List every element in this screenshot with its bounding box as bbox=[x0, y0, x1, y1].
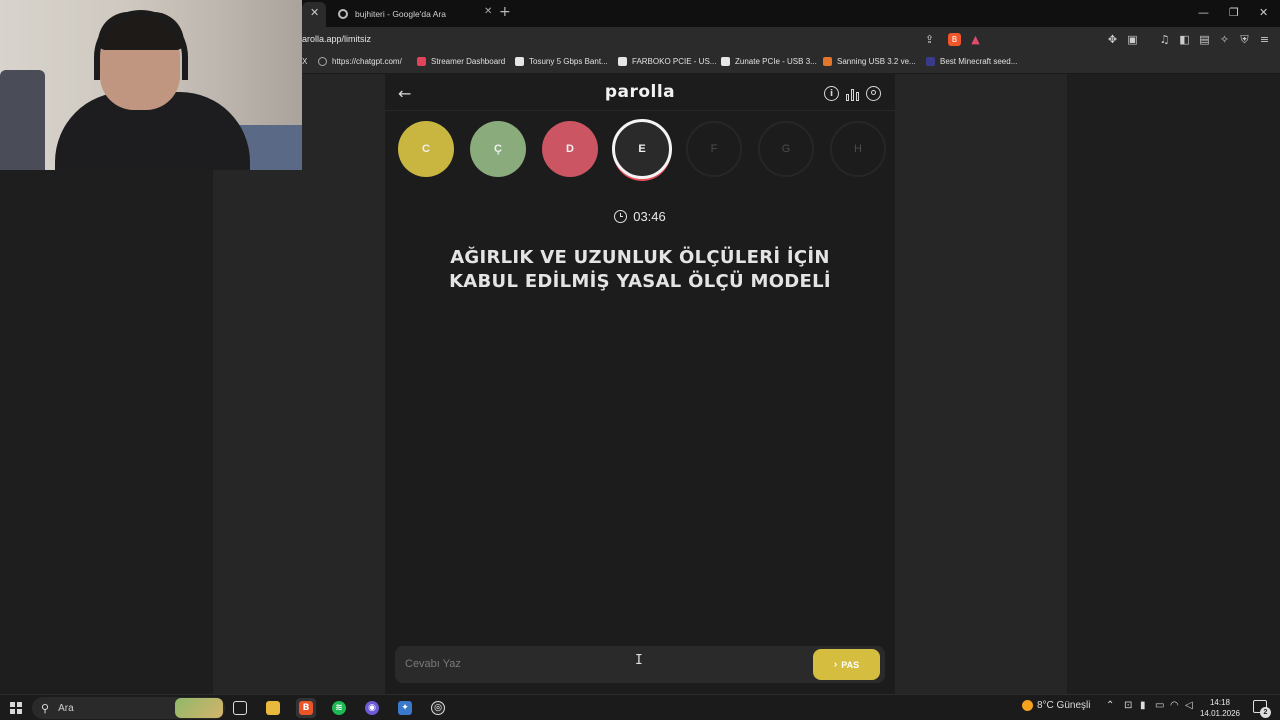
microphone-icon[interactable]: ▮ bbox=[1140, 700, 1146, 711]
spotify-icon[interactable]: ≋ bbox=[329, 698, 349, 718]
webcam-overlay bbox=[0, 0, 302, 170]
app-icon[interactable]: ✦ bbox=[395, 698, 415, 718]
bookmark-item[interactable]: Zunate PCIe - USB 3... bbox=[721, 57, 817, 66]
menu-icon[interactable]: ≡ bbox=[1258, 33, 1271, 46]
profile-icon[interactable] bbox=[866, 86, 881, 101]
brave-rewards-icon[interactable]: ▲ bbox=[969, 33, 982, 46]
question-line-1: AĞIRLIK VE UZUNLUK ÖLÇÜLERİ İÇİN bbox=[450, 247, 830, 268]
taskbar-search[interactable]: ⚲ Ara bbox=[32, 697, 225, 719]
task-view-icon[interactable] bbox=[230, 698, 250, 718]
letter-circle-f[interactable]: F bbox=[686, 121, 742, 177]
tab-close-icon[interactable]: ✕ bbox=[484, 6, 492, 17]
clock-date: 14.01.2026 bbox=[1199, 709, 1241, 718]
globe-icon bbox=[318, 57, 327, 66]
wallet-icon[interactable]: ▤ bbox=[1198, 33, 1211, 46]
display-icon[interactable]: ▭ bbox=[1155, 700, 1164, 711]
media-icon[interactable]: ♫ bbox=[1158, 33, 1171, 46]
google-icon bbox=[338, 9, 348, 19]
bookmark-item[interactable]: FARBOKO PCIE - US... bbox=[618, 57, 716, 66]
amazon-icon bbox=[721, 57, 730, 66]
tab-google-search[interactable]: bujhiteri - Google'da Ara bbox=[332, 3, 492, 25]
restore-button[interactable]: ❐ bbox=[1229, 6, 1239, 19]
extensions-icon[interactable]: ✥ bbox=[1106, 33, 1119, 46]
timer-value: 03:46 bbox=[633, 209, 666, 224]
brave-browser-icon[interactable]: B bbox=[296, 698, 316, 718]
letter-circle-g[interactable]: G bbox=[758, 121, 814, 177]
bookmark-overflow[interactable]: X bbox=[302, 57, 307, 66]
app-logo: parolla bbox=[604, 82, 676, 102]
info-icon[interactable]: i bbox=[824, 86, 839, 101]
hb-icon bbox=[823, 57, 832, 66]
letter-circle-c-cedilla[interactable]: Ç bbox=[470, 121, 526, 177]
search-highlight-image bbox=[175, 698, 223, 718]
bookmark-item[interactable]: https://chatgpt.com/ bbox=[318, 57, 402, 66]
question-text: AĞIRLIK VE UZUNLUK ÖLÇÜLERİ İÇİN KABUL E… bbox=[410, 246, 870, 294]
file-explorer-icon[interactable] bbox=[263, 698, 283, 718]
minecraft-icon bbox=[926, 57, 935, 66]
tab-close-icon[interactable]: ✕ bbox=[310, 6, 319, 19]
pass-label: PAS bbox=[841, 659, 860, 670]
clock-icon bbox=[614, 210, 628, 223]
window-close-button[interactable]: ✕ bbox=[1259, 6, 1268, 19]
stats-icon[interactable] bbox=[845, 86, 860, 101]
notification-badge: 2 bbox=[1260, 707, 1271, 718]
url-field[interactable]: arolla.app/limitsiz bbox=[302, 34, 371, 44]
sun-icon bbox=[1022, 700, 1033, 711]
vpn-shield-icon[interactable]: ⛨ bbox=[1238, 33, 1251, 46]
letter-circle-d[interactable]: D bbox=[542, 121, 598, 177]
webcam-chair bbox=[0, 70, 45, 170]
search-label: Ara bbox=[58, 702, 74, 714]
countdown-timer: 03:46 bbox=[580, 209, 700, 224]
obs-icon[interactable]: ◎ bbox=[428, 698, 448, 718]
amazon-icon bbox=[618, 57, 627, 66]
new-tab-button[interactable]: + bbox=[499, 4, 511, 20]
back-arrow-icon[interactable]: ← bbox=[398, 84, 411, 103]
weather-widget[interactable]: 8°C Güneşli bbox=[1022, 700, 1090, 711]
letter-circle-e-active[interactable]: E bbox=[612, 119, 672, 179]
header-divider bbox=[385, 110, 895, 111]
taskbar-clock[interactable]: 14:18 14.01.2026 bbox=[1196, 697, 1244, 719]
tab-label: bujhiteri - Google'da Ara bbox=[355, 9, 446, 19]
wifi-icon[interactable]: ◠ bbox=[1170, 700, 1179, 711]
share-icon[interactable]: ⇪ bbox=[923, 33, 936, 46]
leo-ai-icon[interactable]: ✧ bbox=[1218, 33, 1231, 46]
sidebar-icon[interactable]: ◧ bbox=[1178, 33, 1191, 46]
brave-shields-icon[interactable]: B bbox=[948, 33, 961, 46]
windows-start-icon[interactable] bbox=[10, 702, 22, 714]
twitch-icon bbox=[417, 57, 426, 66]
screenshot-icon[interactable]: ▣ bbox=[1126, 33, 1139, 46]
tray-chevron-icon[interactable]: ⌃ bbox=[1106, 700, 1114, 711]
bookmark-item[interactable]: Tosuny 5 Gbps Bant... bbox=[515, 57, 608, 66]
volume-icon[interactable]: ◁ bbox=[1185, 700, 1193, 711]
search-icon: ⚲ bbox=[41, 702, 50, 715]
answer-input[interactable] bbox=[405, 654, 805, 674]
pass-button[interactable]: › PAS bbox=[813, 649, 880, 680]
network-device-icon[interactable]: ⊡ bbox=[1124, 700, 1132, 711]
discord-icon[interactable]: ◉ bbox=[362, 698, 382, 718]
bookmark-item[interactable]: Sanning USB 3.2 ve... bbox=[823, 57, 916, 66]
taskbar: ⚲ Ara B ≋ ◉ ✦ ◎ 8°C Güneşli ⌃ ⊡ ▮ ▭ ◠ ◁ … bbox=[0, 694, 1280, 720]
amazon-icon bbox=[515, 57, 524, 66]
minimize-button[interactable]: — bbox=[1198, 6, 1209, 19]
clock-time: 14:18 bbox=[1209, 698, 1231, 707]
page-gutter-right bbox=[1067, 74, 1280, 694]
screen: ✕ bujhiteri - Google'da Ara ✕ + — ❐ ✕ ar… bbox=[0, 0, 1280, 720]
text-cursor-icon: I bbox=[635, 653, 643, 668]
bookmark-item[interactable]: Best Minecraft seed... bbox=[926, 57, 1017, 66]
question-line-2: KABUL EDİLMİŞ YASAL ÖLÇÜ MODELİ bbox=[449, 271, 831, 292]
bookmark-item[interactable]: Streamer Dashboard bbox=[417, 57, 505, 66]
letter-circle-c[interactable]: C bbox=[398, 121, 454, 177]
letter-circle-h[interactable]: H bbox=[830, 121, 886, 177]
chevron-right-icon: › bbox=[833, 659, 838, 670]
